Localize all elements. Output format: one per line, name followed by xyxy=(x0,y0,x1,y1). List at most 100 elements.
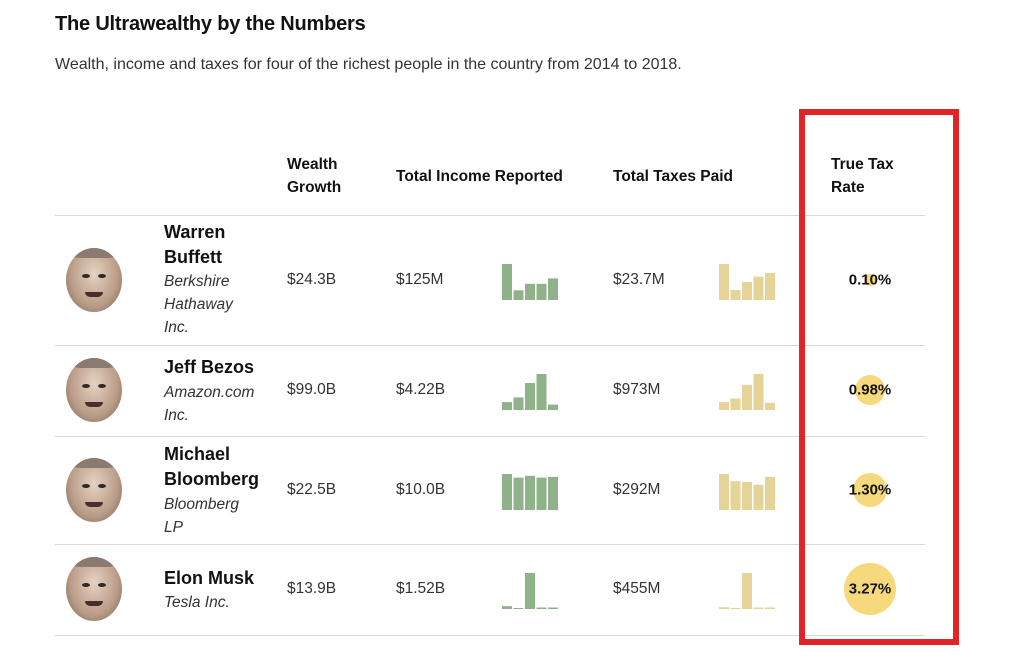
wealth-growth-value: $99.0B xyxy=(287,381,337,398)
income-sparkline xyxy=(502,374,558,410)
wealth-growth-value: $13.9B xyxy=(287,580,337,597)
bar xyxy=(513,608,524,609)
person-name: Michael Bloomberg xyxy=(164,442,274,492)
bar xyxy=(730,608,741,609)
company-line: LP xyxy=(164,519,183,536)
avatar-mouth xyxy=(85,601,103,606)
bar xyxy=(536,607,547,609)
name-line: Buffett xyxy=(164,247,222,267)
income-sparkline xyxy=(502,264,558,300)
bar xyxy=(742,481,752,510)
bar xyxy=(548,404,558,410)
chart-subtitle: Wealth, income and taxes for four of the… xyxy=(55,56,682,73)
taxes-sparkline xyxy=(719,374,775,410)
person-name: Warren Buffett xyxy=(164,220,274,270)
avatar-mouth xyxy=(85,402,103,407)
avatar xyxy=(66,458,122,522)
company-line: Hathaway xyxy=(164,296,233,313)
row-divider xyxy=(55,345,925,346)
bar xyxy=(742,384,752,410)
bar xyxy=(742,282,752,300)
avatar-mouth xyxy=(85,502,103,507)
bar xyxy=(502,606,512,609)
person-name: Elon Musk xyxy=(164,566,274,591)
company-name: Tesla Inc. xyxy=(164,591,256,614)
row-divider xyxy=(55,215,925,216)
highlight-box xyxy=(799,109,959,645)
avatar-hair xyxy=(72,248,116,258)
bar xyxy=(525,283,535,300)
company-name: Berkshire Hathaway Inc. xyxy=(164,270,256,339)
avatar-eye xyxy=(82,274,90,278)
row-divider xyxy=(55,544,925,545)
bar xyxy=(548,278,558,300)
avatar-eye xyxy=(82,583,90,587)
income-sparkline xyxy=(502,573,558,609)
bar xyxy=(719,474,729,510)
company-line: Bloomberg xyxy=(164,496,239,513)
name-line: Elon Musk xyxy=(164,568,255,588)
bar xyxy=(730,289,741,300)
bar xyxy=(753,276,764,300)
income-value: $125M xyxy=(396,271,444,288)
name-line: Michael xyxy=(164,444,231,464)
bar xyxy=(753,374,764,410)
bar xyxy=(719,607,729,609)
bar xyxy=(502,264,512,300)
chart-title: The Ultrawealthy by the Numbers xyxy=(55,13,366,35)
avatar-eye xyxy=(98,384,106,388)
company-name: Amazon.com Inc. xyxy=(164,381,256,427)
bar xyxy=(513,397,524,410)
name-line: Warren xyxy=(164,222,226,242)
income-value: $4.22B xyxy=(396,381,446,398)
avatar-eye xyxy=(98,274,106,278)
bar xyxy=(525,573,535,609)
taxes-value: $973M xyxy=(613,381,661,398)
avatar-eye xyxy=(98,583,106,587)
bar xyxy=(513,290,524,300)
avatar xyxy=(66,358,122,422)
header-income: Total Income Reported xyxy=(396,168,563,185)
name-line: Jeff Bezos xyxy=(164,357,255,377)
wealth-growth-value: $24.3B xyxy=(287,271,337,288)
taxes-value: $455M xyxy=(613,580,661,597)
bar xyxy=(753,607,764,609)
avatar-hair xyxy=(72,557,116,567)
avatar-eye xyxy=(82,384,90,388)
name-line: Bloomberg xyxy=(164,469,260,489)
bar xyxy=(548,607,558,609)
avatar xyxy=(66,557,122,621)
company-line: Inc. xyxy=(164,319,189,336)
company-line: Amazon.com xyxy=(164,384,255,401)
company-line: Tesla Inc. xyxy=(164,594,230,611)
bar xyxy=(765,402,775,410)
avatar-eye xyxy=(98,484,106,488)
row-divider xyxy=(55,635,925,636)
taxes-sparkline xyxy=(719,573,775,609)
company-name: Bloomberg LP xyxy=(164,493,256,539)
bar xyxy=(719,402,729,410)
bar xyxy=(730,481,741,510)
bar xyxy=(730,398,741,410)
taxes-sparkline xyxy=(719,474,775,510)
company-line: Inc. xyxy=(164,407,189,424)
avatar xyxy=(66,248,122,312)
bar xyxy=(753,484,764,510)
bar xyxy=(525,475,535,510)
wealth-growth-value: $22.5B xyxy=(287,481,337,498)
avatar-hair xyxy=(72,458,116,468)
taxes-value: $23.7M xyxy=(613,271,665,288)
avatar-hair xyxy=(72,358,116,368)
company-line: Berkshire xyxy=(164,273,230,290)
header-wealth-growth: Wealth Growth xyxy=(287,156,342,196)
income-sparkline xyxy=(502,474,558,510)
bar xyxy=(536,374,547,410)
bar xyxy=(502,474,512,510)
income-value: $1.52B xyxy=(396,580,446,597)
avatar-eye xyxy=(82,484,90,488)
bar xyxy=(502,402,512,410)
row-divider xyxy=(55,436,925,437)
bar xyxy=(719,264,729,300)
bar xyxy=(525,383,535,410)
bar xyxy=(765,273,775,300)
